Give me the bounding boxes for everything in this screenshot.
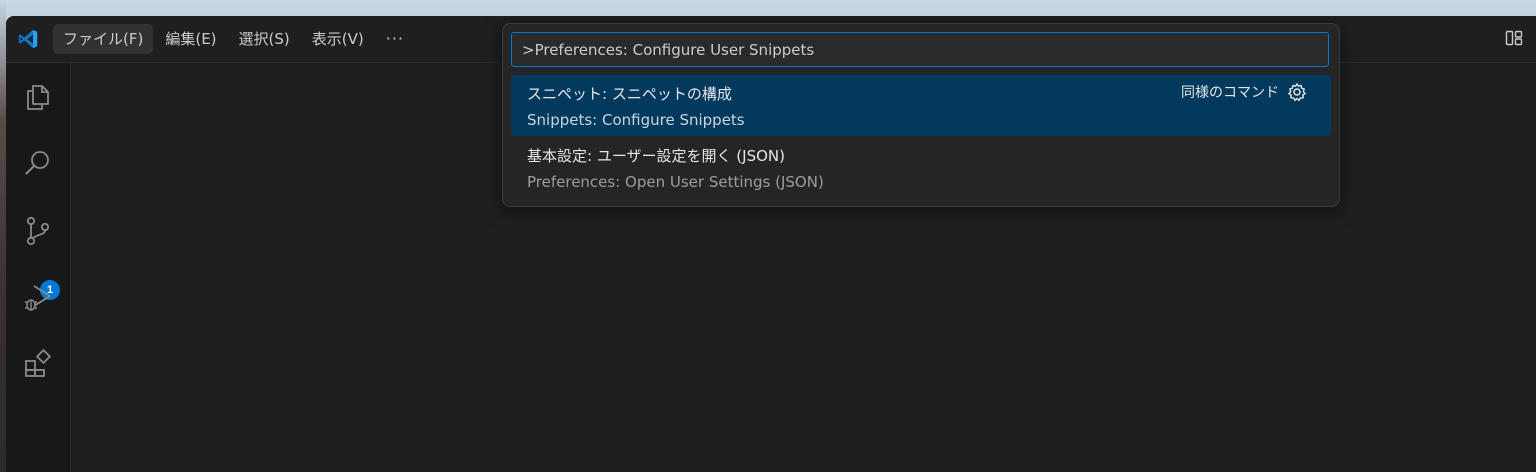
menu-bar: ファイル(F) 編集(E) 選択(S) 表示(V) ···: [53, 24, 414, 54]
customize-layout-icon[interactable]: [1504, 28, 1524, 48]
menu-view[interactable]: 表示(V): [302, 24, 374, 54]
command-palette: スニペット: スニペットの構成 Snippets: Configure Snip…: [502, 23, 1340, 207]
result-label: 基本設定: ユーザー設定を開く (JSON): [527, 147, 785, 165]
menu-edit[interactable]: 編集(E): [155, 24, 226, 54]
result-actions: 同様のコマンド: [1181, 82, 1307, 102]
palette-result-open-user-settings-json[interactable]: 基本設定: ユーザー設定を開く (JSON) Preferences: Open…: [511, 137, 1331, 198]
menu-selection[interactable]: 選択(S): [229, 24, 300, 54]
gear-icon[interactable]: [1287, 82, 1307, 102]
extensions-icon[interactable]: [22, 348, 54, 380]
explorer-icon[interactable]: [22, 80, 54, 112]
command-palette-input[interactable]: [511, 32, 1329, 67]
menu-file[interactable]: ファイル(F): [53, 24, 154, 54]
result-label: スニペット: スニペットの構成: [527, 85, 732, 103]
palette-result-configure-snippets[interactable]: スニペット: スニペットの構成 Snippets: Configure Snip…: [511, 75, 1331, 136]
source-control-icon[interactable]: [22, 215, 54, 247]
result-detail: Preferences: Open User Settings (JSON): [527, 173, 824, 191]
menu-more-icon[interactable]: ···: [376, 24, 414, 54]
similar-commands-link[interactable]: 同様のコマンド: [1181, 82, 1279, 102]
activity-bar: 1: [6, 63, 71, 472]
run-debug-icon[interactable]: [22, 282, 54, 314]
vscode-logo-icon: [18, 29, 38, 49]
search-icon[interactable]: [22, 147, 54, 179]
vscode-window: ファイル(F) 編集(E) 選択(S) 表示(V) ··· 1 >Prefere…: [6, 16, 1536, 472]
result-detail: Snippets: Configure Snippets: [527, 111, 745, 129]
